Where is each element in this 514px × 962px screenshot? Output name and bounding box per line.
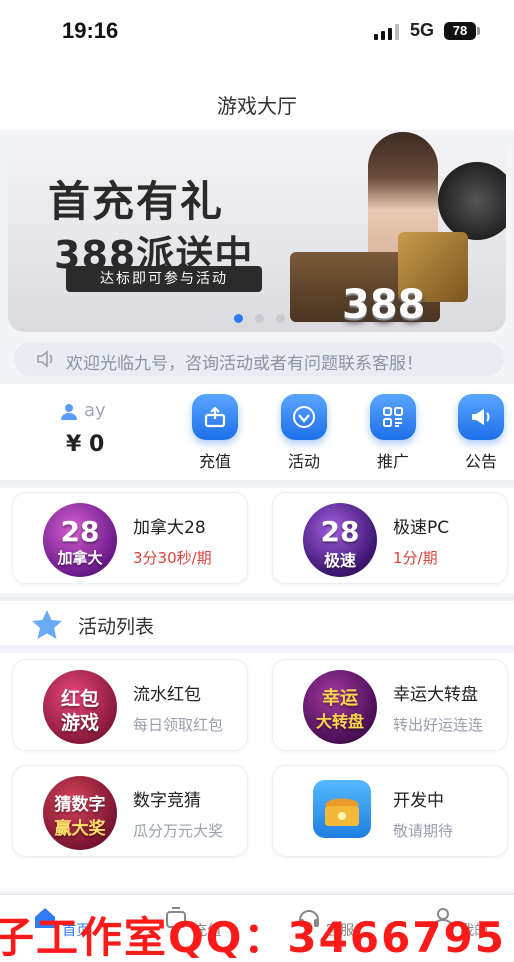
- game-name: 加拿大28: [133, 518, 206, 538]
- grid-icon: [370, 394, 416, 440]
- pagination-dot[interactable]: [276, 314, 285, 323]
- signal-icon: [374, 24, 402, 40]
- banner-headline: 首充有礼: [48, 177, 225, 226]
- activity-name: 流水红包: [133, 685, 201, 705]
- activity-card-dev[interactable]: 开发中 敬请期待: [272, 765, 508, 857]
- activity-desc: 每日领取红包: [133, 716, 224, 734]
- activity-card-guess[interactable]: 猜数字 赢大奖 数字竞猜 瓜分万元大奖: [12, 765, 248, 857]
- notice-bar[interactable]: 欢迎光临九号，咨询活动或者有问题联系客服！: [14, 342, 504, 376]
- announcement-label: 公告: [464, 452, 497, 471]
- activity-logo-dev: [313, 780, 371, 838]
- banner-pill: 达标即可参与活动: [66, 266, 262, 292]
- balance-amount: ¥ 0: [66, 432, 105, 457]
- recharge-label: 充值: [198, 452, 231, 471]
- recharge-icon: [192, 394, 238, 440]
- activity-desc: 瓜分万元大奖: [133, 822, 224, 840]
- activity-label: 活动: [287, 452, 320, 471]
- activity-name: 开发中: [393, 791, 444, 811]
- page-header: 游戏大厅: [0, 66, 514, 130]
- game-card-canada28[interactable]: 28 加拿大 加拿大28 3分30秒/期: [12, 492, 248, 584]
- activity-desc: 转出好运连连: [393, 716, 484, 734]
- promote-label: 推广: [376, 452, 409, 471]
- user-avatar-icon: [61, 404, 77, 420]
- activity-desc: 敬请期待: [393, 822, 454, 840]
- game-name: 极速PC: [393, 518, 450, 538]
- username: ay: [84, 400, 106, 421]
- game-card-fastpc[interactable]: 28 极速 极速PC 1分/期: [272, 492, 508, 584]
- activity-button[interactable]: 活动: [269, 394, 339, 472]
- user-panel: ay ¥ 0 充值 活动 推广 公告: [0, 384, 514, 484]
- activity-logo-wheel: 幸运 大转盘: [303, 670, 377, 744]
- pagination-dot[interactable]: [234, 314, 243, 323]
- network-label: 5G: [410, 20, 435, 40]
- activity-section-header: 活动列表: [0, 597, 514, 649]
- speaker-icon: [37, 350, 53, 368]
- battery-icon: 78: [444, 22, 476, 40]
- game-period: 1分/期: [393, 549, 438, 567]
- megaphone-icon: [458, 394, 504, 440]
- activity-card-redpacket[interactable]: 红包 游戏 流水红包 每日领取红包: [12, 659, 248, 751]
- activity-name: 数字竞猜: [133, 791, 201, 811]
- page-title: 游戏大厅: [217, 94, 297, 118]
- game-logo-fastpc: 28 极速: [303, 503, 377, 577]
- status-bar: 19:16 5G 78: [0, 0, 514, 66]
- notice-text: 欢迎光临九号，咨询活动或者有问题联系客服！: [66, 354, 423, 374]
- banner-chip-image: [438, 162, 506, 240]
- game-logo-canada28: 28 加拿大: [43, 503, 117, 577]
- banner-pagination[interactable]: [234, 308, 297, 327]
- section-title: 活动列表: [78, 616, 155, 638]
- recharge-button[interactable]: 充值: [180, 394, 250, 472]
- promo-banner[interactable]: 首充有礼 388派送中 达标即可参与活动 388: [8, 132, 506, 332]
- activity-logo-guess: 猜数字 赢大奖: [43, 776, 117, 850]
- activity-card-wheel[interactable]: 幸运 大转盘 幸运大转盘 转出好运连连: [272, 659, 508, 751]
- activity-name: 幸运大转盘: [393, 685, 478, 705]
- activity-logo-redpacket: 红包 游戏: [43, 670, 117, 744]
- watermark-text: 子工作室QQ：3466795: [0, 913, 506, 962]
- pagination-dot[interactable]: [255, 314, 264, 323]
- star-icon: [32, 610, 62, 639]
- promote-button[interactable]: 推广: [358, 394, 428, 472]
- diamond-icon: [281, 394, 327, 440]
- banner-amount: 388: [342, 282, 426, 328]
- status-time: 19:16: [62, 18, 119, 43]
- game-period: 3分30秒/期: [133, 549, 212, 567]
- announcement-button[interactable]: 公告: [446, 394, 514, 472]
- treasure-icon: [325, 798, 359, 826]
- battery-tip: [477, 27, 480, 35]
